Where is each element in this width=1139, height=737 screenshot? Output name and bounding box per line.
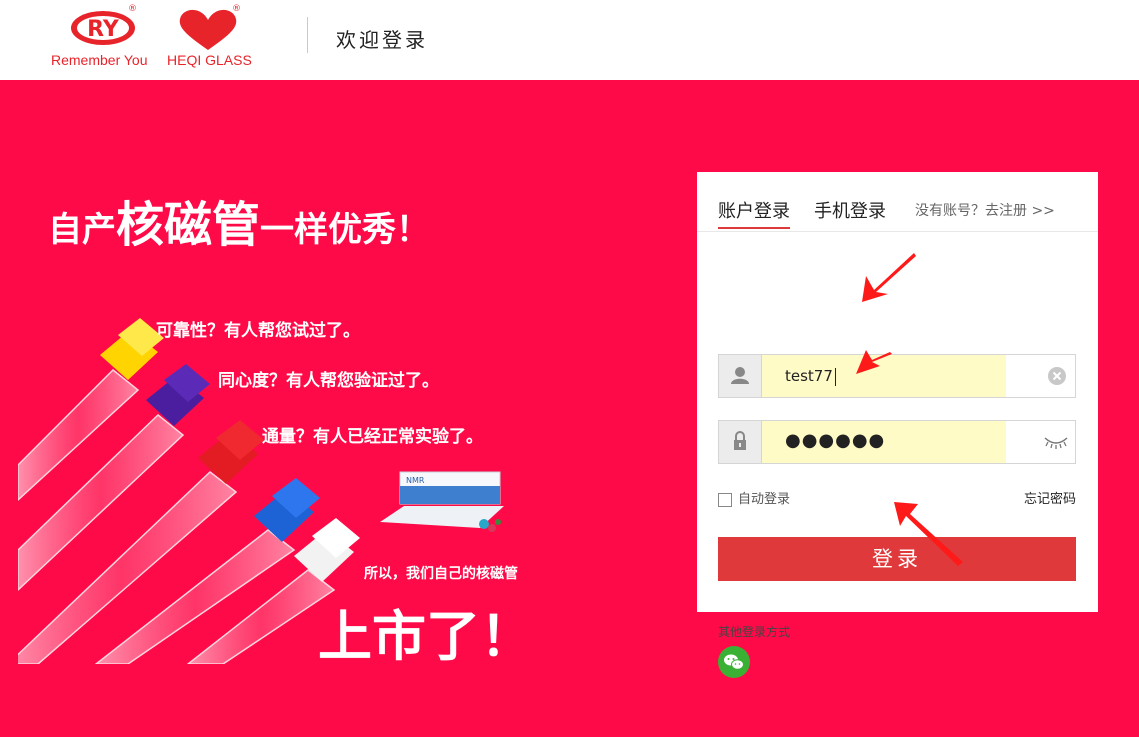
tagline-part-2: 核磁管 (116, 197, 261, 253)
promo-subline: 所以，我们自己的核磁管 (364, 566, 518, 582)
auto-login-option[interactable]: 自动登录 (718, 488, 790, 507)
auto-login-label: 自动登录 (738, 492, 791, 507)
promo-image: 自产核磁管一样优秀！ 可靠性？有人帮您试过了。 同心度？有人帮您验证过了。 通量… (18, 80, 538, 664)
header-divider (307, 17, 308, 53)
login-panel: 账户登录 手机登录 没有账号？去注册 >> test77 ●●●●●● 自动登录… (697, 172, 1098, 678)
logo-caption-remember-you: Remember You (51, 52, 148, 68)
tagline-part-1: 自产 (48, 210, 116, 250)
register-link[interactable]: 没有账号？去注册 >> (915, 200, 1055, 220)
tagline-part-3: 一样优秀！ (260, 210, 431, 250)
wechat-icon (724, 654, 744, 670)
promo-headline: 上市了！ (318, 605, 534, 664)
banner: 自产核磁管一样优秀！ 可靠性？有人帮您试过了。 同心度？有人帮您验证过了。 通量… (0, 80, 1139, 737)
promo-question-2: 同心度？有人帮您验证过了。 (218, 371, 439, 391)
eye-closed-icon[interactable] (1043, 434, 1069, 450)
logo-caption-heqi-glass: HEQI GLASS (167, 52, 252, 68)
username-field[interactable]: test77 (718, 354, 1076, 398)
ry-logo-text: RY (87, 17, 120, 42)
lock-icon (719, 421, 762, 463)
ry-logo-icon[interactable]: RY (70, 10, 136, 46)
nmr-product-box: NMR (380, 471, 504, 532)
registered-mark: ® (232, 4, 241, 14)
username-input[interactable]: test77 (785, 367, 836, 386)
user-icon (719, 355, 762, 397)
promo-question-1: 可靠性？有人帮您试过了。 (156, 321, 360, 341)
registered-mark: ® (128, 4, 137, 14)
promo-tagline: 自产核磁管一样优秀！ (48, 185, 430, 255)
heart-logo-icon[interactable] (178, 8, 238, 52)
text-cursor (834, 367, 836, 386)
auto-login-checkbox[interactable] (718, 492, 732, 507)
clear-icon[interactable] (1047, 366, 1067, 386)
login-tabs: 账户登录 手机登录 没有账号？去注册 >> (697, 172, 1098, 232)
tab-phone-login[interactable]: 手机登录 (814, 197, 886, 223)
promo-question-3: 通量？有人已经正常实验了。 (262, 427, 483, 447)
login-button[interactable]: 登录 (718, 537, 1076, 581)
other-login-methods-label: 其他登录方式 (718, 625, 791, 639)
page-title: 欢迎登录 (336, 28, 428, 52)
nmr-box-label: NMR (406, 476, 425, 485)
username-value: test77 (785, 367, 833, 385)
tab-account-login[interactable]: 账户登录 (718, 197, 790, 229)
forgot-password-link[interactable]: 忘记密码 (1024, 488, 1076, 507)
yellow-cap (100, 318, 164, 380)
site-header: RY ® ® Remember You HEQI GLASS 欢迎登录 (0, 0, 1139, 80)
password-field[interactable]: ●●●●●● (718, 420, 1076, 464)
password-input[interactable]: ●●●●●● (785, 430, 885, 451)
wechat-login-button[interactable] (718, 646, 750, 678)
